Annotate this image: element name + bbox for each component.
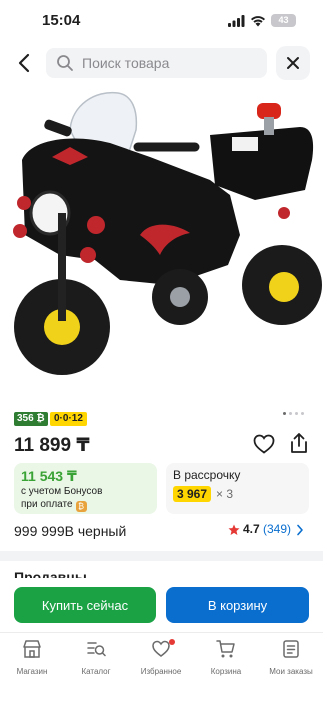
share-icon[interactable] <box>289 432 309 454</box>
bottom-tab-bar: Магазин Каталог Избранное Корзина Мои за… <box>0 632 323 701</box>
installment-card[interactable]: В рассрочку 3 967 × 3 <box>166 463 309 514</box>
carousel-dot <box>289 412 292 415</box>
tab-label: Каталог <box>81 667 111 676</box>
bonus-coin-icon: ₿ <box>75 501 87 512</box>
heart-icon <box>152 640 170 657</box>
notification-dot <box>169 639 175 645</box>
search-input[interactable] <box>82 48 262 78</box>
bonus-caption: с учетом Бонусов <box>21 486 103 497</box>
tab-favorites[interactable]: Избранное <box>129 637 193 681</box>
wifi-icon <box>251 16 265 27</box>
back-arrow-icon[interactable] <box>14 52 36 74</box>
search-icon <box>57 55 73 71</box>
bonus-price-card[interactable]: 11 543 ₸ с учетом Бонусов при оплате ₿ <box>14 463 157 514</box>
signal-icon <box>228 15 245 27</box>
carousel-dot <box>295 412 298 415</box>
search-box[interactable] <box>46 48 267 78</box>
tab-label: Корзина <box>210 667 242 676</box>
tab-catalog[interactable]: Каталог <box>64 637 128 681</box>
section-divider <box>0 551 323 561</box>
close-icon <box>287 57 299 69</box>
carousel-dot <box>301 412 304 415</box>
product-price: 11 899 ₸ <box>14 435 90 456</box>
tab-label: Магазин <box>16 667 48 676</box>
installment-term: × 3 <box>216 487 234 501</box>
bonus-caption-text: при оплате <box>21 499 73 510</box>
carousel-dots <box>283 412 313 416</box>
review-count-link[interactable]: (349) <box>263 522 291 536</box>
tab-label: Мои заказы <box>269 667 313 676</box>
status-time: 15:04 <box>42 12 81 29</box>
bonus-caption-line2: при оплате ₿ <box>21 499 87 512</box>
product-variant: 999 999B черный <box>14 523 127 539</box>
close-button[interactable] <box>276 46 310 80</box>
buy-now-button[interactable]: Купить сейчас <box>14 587 156 623</box>
status-bar: 15:04 43 <box>0 0 323 40</box>
store-icon <box>23 640 41 658</box>
orders-icon <box>283 640 299 658</box>
heart-icon[interactable] <box>253 434 275 454</box>
tab-cart[interactable]: Корзина <box>194 637 258 681</box>
product-image[interactable] <box>0 85 323 405</box>
bonus-badge: 356 ₿ <box>14 412 48 426</box>
rating-value: 4.7 <box>243 522 260 536</box>
tab-orders[interactable]: Мои заказы <box>259 637 323 681</box>
carousel-dot-active <box>283 412 286 415</box>
battery-level: 43 <box>278 15 289 25</box>
chevron-right-icon[interactable] <box>296 524 304 536</box>
tab-store[interactable]: Магазин <box>0 637 64 681</box>
installment-title: В рассрочку <box>173 468 241 482</box>
installment-badge: 0·0·12 <box>50 412 87 426</box>
tab-label: Избранное <box>140 667 182 676</box>
installment-amount: 3 967 <box>173 486 212 502</box>
bonus-price: 11 543 ₸ <box>21 468 77 484</box>
catalog-icon <box>87 642 106 657</box>
action-bar: Купить сейчас В корзину <box>0 578 323 632</box>
star-icon <box>228 524 240 535</box>
add-to-cart-button[interactable]: В корзину <box>166 587 309 623</box>
cart-icon <box>216 640 235 658</box>
battery-icon: 43 <box>271 14 296 27</box>
